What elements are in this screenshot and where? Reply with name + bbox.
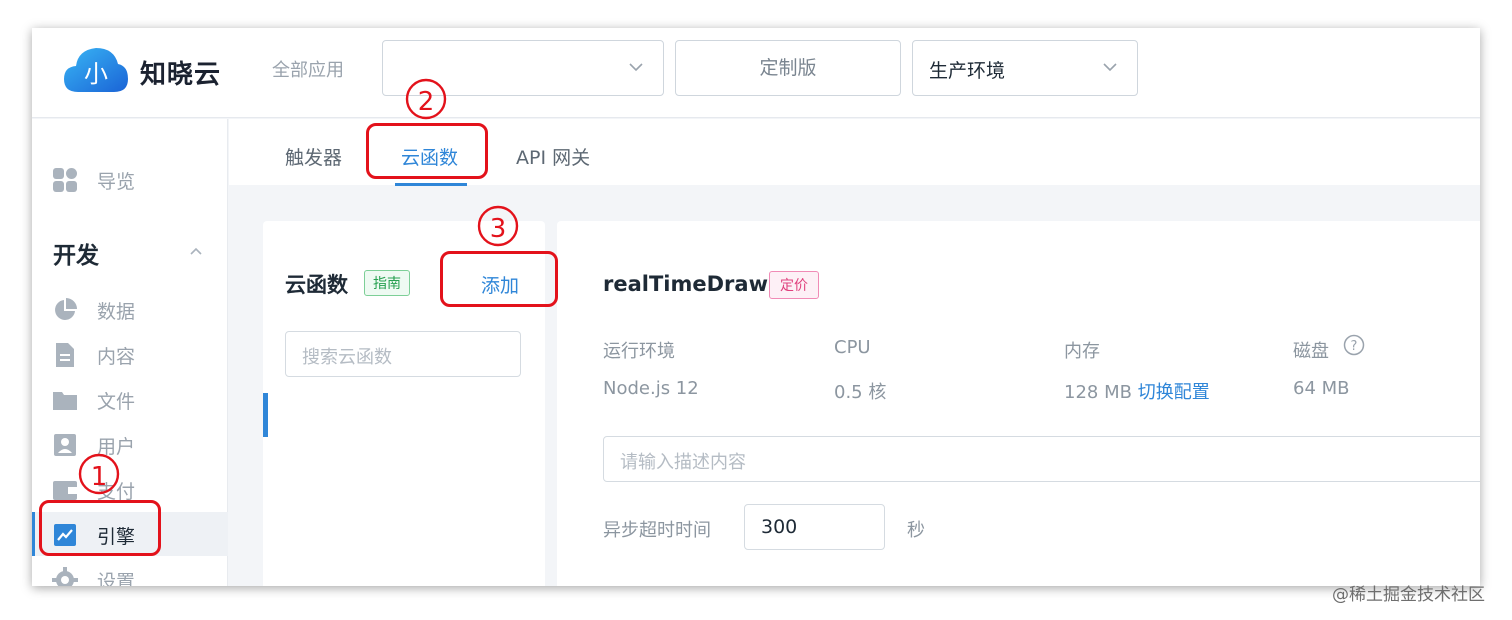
sidebar-item-label: 数据 [97, 301, 136, 323]
timeout-label: 异步超时时间 [603, 520, 711, 541]
all-apps-label[interactable]: 全部应用 [272, 56, 344, 82]
watermark: @稀土掘金技术社区 [1332, 585, 1485, 605]
disk-value: 64 MB [1293, 378, 1350, 399]
memory-value: 128 MB 切换配置 [1064, 378, 1210, 404]
function-name: realTimeDraw [603, 272, 768, 296]
runtime-label: 运行环境 [603, 341, 675, 362]
logo-cloud-icon: 小 [64, 48, 128, 92]
disk-label: 磁盘 [1293, 341, 1329, 362]
sidebar-item-overview[interactable]: 导览 [32, 157, 228, 201]
function-detail-panel: realTimeDraw 定价 运行环境 Node.js 12 CPU 0.5 … [557, 221, 1480, 586]
app-window: 小 知晓云 全部应用 定制版 生产环境 导览 开发 数据 内容 文件 用户 支付… [32, 28, 1480, 586]
gear-icon [52, 567, 78, 586]
edition-button[interactable]: 定制版 [675, 40, 901, 96]
guide-tag[interactable]: 指南 [364, 270, 410, 296]
brand-name: 知晓云 [140, 60, 222, 90]
sidebar-item-users[interactable]: 用户 [32, 422, 228, 466]
sidebar-item-label: 设置 [97, 571, 136, 586]
annotation-number-2: 2 [404, 77, 448, 121]
sidebar-item-files[interactable]: 文件 [32, 377, 228, 421]
sidebar-item-label: 文件 [97, 391, 136, 413]
help-icon[interactable]: ? [1343, 334, 1365, 356]
cpu-label: CPU [834, 337, 871, 358]
grid-icon [53, 168, 77, 192]
switch-config-link[interactable]: 切换配置 [1138, 382, 1210, 403]
tab-triggers[interactable]: 触发器 [285, 143, 342, 170]
sidebar-item-label: 内容 [97, 346, 136, 368]
annotation-box-engine [39, 500, 161, 556]
section-title-dev[interactable]: 开发 [53, 236, 99, 270]
timeout-input[interactable]: 300 [744, 504, 885, 550]
cpu-value: 0.5 核 [834, 382, 887, 403]
function-list-title: 云函数 [285, 273, 348, 297]
pricing-tag[interactable]: 定价 [769, 271, 819, 299]
timeout-unit: 秒 [907, 520, 925, 541]
top-bar: 小 知晓云 全部应用 定制版 生产环境 [32, 28, 1480, 118]
selected-function-indicator [263, 393, 268, 437]
chevron-up-icon[interactable] [190, 247, 202, 255]
search-input[interactable]: 搜索云函数 [285, 331, 521, 377]
chevron-down-icon [629, 63, 643, 72]
sidebar-item-label: 导览 [97, 171, 136, 193]
sidebar-item-content[interactable]: 内容 [32, 332, 228, 376]
description-input[interactable]: 请输入描述内容 [603, 436, 1480, 482]
sidebar-item-settings[interactable]: 设置 [32, 557, 228, 586]
annotation-number-3: 3 [476, 204, 520, 248]
tab-api-gateway[interactable]: API 网关 [516, 143, 590, 170]
annotation-box-tab [366, 123, 488, 179]
folder-icon [53, 392, 77, 410]
memory-amount: 128 MB [1064, 382, 1132, 403]
annotation-box-add [440, 251, 558, 307]
env-select-value: 生产环境 [929, 60, 1006, 82]
document-icon [56, 343, 74, 367]
user-card-icon [54, 434, 76, 456]
active-tab-indicator [395, 183, 467, 186]
pie-chart-icon [55, 298, 77, 320]
annotation-number-1: 1 [77, 452, 121, 496]
runtime-value: Node.js 12 [603, 378, 699, 399]
memory-label: 内存 [1064, 341, 1100, 362]
logo-glyph: 小 [84, 60, 108, 88]
sidebar-item-data[interactable]: 数据 [32, 287, 228, 331]
svg-text:?: ? [1351, 339, 1358, 354]
chevron-down-icon [1103, 63, 1117, 72]
env-select[interactable]: 生产环境 [912, 40, 1138, 96]
